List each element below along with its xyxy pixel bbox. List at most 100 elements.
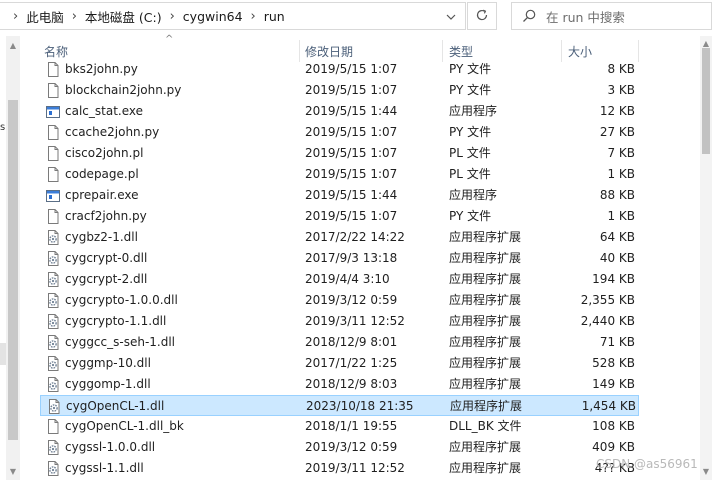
scroll-down-arrow-icon[interactable]: ▼: [7, 466, 19, 478]
file-name: blockchain2john.py: [65, 83, 182, 97]
file-row[interactable]: cygbz2-1.dll 2017/2/22 14:22 应用程序扩展 64 KB: [40, 227, 639, 248]
file-row[interactable]: cracf2john.py 2019/5/15 1:07 PY 文件 1 KB: [40, 206, 639, 227]
file-modified-date: 2019/5/15 1:07: [305, 146, 398, 160]
file-name: bks2john.py: [65, 62, 138, 76]
file-size: 88 KB: [599, 188, 635, 202]
refresh-icon: [475, 8, 489, 25]
file-name: ccache2john.py: [65, 125, 160, 139]
document-icon: [46, 83, 60, 98]
file-modified-date: 2019/5/15 1:07: [305, 83, 398, 97]
file-row[interactable]: codepage.pl 2019/5/15 1:07 PL 文件 1 KB: [40, 164, 639, 185]
breadcrumb-local-disk[interactable]: 本地磁盘 (C:): [84, 7, 163, 26]
file-type: 应用程序: [449, 104, 498, 118]
file-name: cracf2john.py: [65, 209, 147, 223]
scroll-up-arrow-icon[interactable]: ▲: [7, 40, 19, 52]
scroll-up-arrow-icon[interactable]: ▲: [700, 38, 712, 50]
file-size: 528 KB: [592, 356, 635, 370]
chevron-down-icon: [446, 9, 456, 23]
file-name: cygcrypt-0.dll: [65, 251, 148, 265]
breadcrumb-this-pc[interactable]: 此电脑: [25, 7, 65, 26]
file-row[interactable]: cygcrypto-1.1.dll 2019/3/11 12:52 应用程序扩展 2,…: [40, 311, 639, 332]
file-row[interactable]: cygcrypt-2.dll 2019/4/4 3:10 应用程序扩展 194 KB: [40, 269, 639, 290]
file-name: cyggomp-1.dll: [65, 377, 151, 391]
file-row[interactable]: blockchain2john.py 2019/5/15 1:07 PY 文件 3 K…: [40, 80, 639, 101]
file-modified-date: 2017/1/22 1:25: [305, 356, 398, 370]
vertical-scrollbar-thumb[interactable]: [702, 48, 710, 154]
refresh-button[interactable]: [467, 2, 497, 30]
breadcrumb-separator[interactable]: ›: [65, 9, 84, 24]
file-name: cygcrypto-1.1.dll: [65, 314, 167, 328]
search-box[interactable]: 在 run 中搜索: [511, 2, 712, 30]
breadcrumb: › 此电脑 › 本地磁盘 (C:) › cygwin64 › run: [0, 3, 286, 29]
breadcrumb-separator[interactable]: ›: [163, 9, 182, 24]
file-type: 应用程序: [449, 188, 498, 202]
file-type: PY 文件: [449, 209, 492, 223]
file-modified-date: 2019/5/15 1:44: [305, 188, 398, 202]
file-modified-date: 2018/12/9 8:03: [305, 377, 398, 391]
file-row[interactable]: cprepair.exe 2019/5/15 1:44 应用程序 88 KB: [40, 185, 639, 206]
file-size: 1,454 KB: [581, 399, 636, 413]
breadcrumb-separator[interactable]: ›: [244, 9, 263, 24]
file-type: 应用程序扩展: [449, 230, 522, 244]
address-toolbar: › 此电脑 › 本地磁盘 (C:) › cygwin64 › run 在 run…: [0, 0, 712, 34]
address-bar[interactable]: › 此电脑 › 本地磁盘 (C:) › cygwin64 › run: [0, 2, 466, 30]
file-row[interactable]: cyggcc_s-seh-1.dll 2018/12/9 8:01 应用程序扩展 71…: [40, 332, 639, 353]
file-size: 7 KB: [607, 146, 635, 160]
file-size: 149 KB: [592, 377, 635, 391]
file-row[interactable]: cyggmp-10.dll 2017/1/22 1:25 应用程序扩展 528 KB: [40, 353, 639, 374]
file-name: cygOpenCL-1.dll: [66, 399, 165, 413]
search-placeholder[interactable]: 在 run 中搜索: [546, 7, 625, 26]
navigation-item-clipped[interactable]: s: [0, 122, 6, 133]
dll-gear-icon: [46, 251, 60, 266]
file-name: codepage.pl: [65, 167, 139, 181]
file-type: PL 文件: [449, 167, 491, 181]
file-size: 3 KB: [607, 83, 635, 97]
navigation-scrollbar-thumb[interactable]: [8, 100, 18, 440]
document-icon: [46, 146, 60, 161]
application-icon: [46, 188, 60, 203]
file-row[interactable]: cygcrypt-0.dll 2017/9/3 13:18 应用程序扩展 40 KB: [40, 248, 639, 269]
dll-gear-icon: [47, 399, 61, 414]
file-row[interactable]: calc_stat.exe 2019/5/15 1:44 应用程序 12 KB: [40, 101, 639, 122]
file-size: 71 KB: [599, 335, 635, 349]
file-type: PY 文件: [449, 125, 492, 139]
dll-gear-icon: [46, 356, 60, 371]
file-row[interactable]: ccache2john.py 2019/5/15 1:07 PY 文件 27 KB: [40, 122, 639, 143]
file-size: 2,440 KB: [580, 314, 635, 328]
file-modified-date: 2019/3/12 0:59: [305, 440, 398, 454]
file-size: 27 KB: [599, 125, 635, 139]
file-name: cprepair.exe: [65, 188, 139, 202]
file-size: 2,355 KB: [580, 293, 635, 307]
file-modified-date: 2019/3/12 0:59: [305, 293, 398, 307]
file-row-selected[interactable]: cygOpenCL-1.dll 2023/10/18 21:35 应用程序扩展 1,4…: [40, 395, 639, 416]
application-icon: [46, 104, 60, 119]
navigation-item-highlight[interactable]: [0, 343, 6, 365]
file-type: 应用程序扩展: [449, 335, 522, 349]
file-size: 108 KB: [592, 419, 635, 433]
file-type: 应用程序扩展: [449, 356, 522, 370]
file-row[interactable]: cisco2john.pl 2019/5/15 1:07 PL 文件 7 KB: [40, 143, 639, 164]
file-modified-date: 2019/5/15 1:07: [305, 209, 398, 223]
file-row[interactable]: cygOpenCL-1.dll_bk 2018/1/1 19:55 DLL_BK 文…: [40, 416, 639, 437]
dll-gear-icon: [46, 314, 60, 329]
scroll-down-arrow-icon[interactable]: ▼: [700, 466, 712, 478]
file-row[interactable]: cygssl-1.0.0.dll 2019/3/12 0:59 应用程序扩展 409 …: [40, 437, 639, 458]
dll-gear-icon: [46, 377, 60, 392]
file-size: 1 KB: [607, 167, 635, 181]
address-history-button[interactable]: [437, 3, 465, 29]
file-size: 64 KB: [599, 230, 635, 244]
file-modified-date: 2019/5/15 1:07: [305, 167, 398, 181]
file-name: cisco2john.pl: [65, 146, 144, 160]
breadcrumb-run[interactable]: run: [263, 9, 286, 24]
file-size: 40 KB: [599, 251, 635, 265]
file-row[interactable]: cyggomp-1.dll 2018/12/9 8:03 应用程序扩展 149 KB: [40, 374, 639, 395]
file-row[interactable]: cygcrypto-1.0.0.dll 2019/3/12 0:59 应用程序扩展 2…: [40, 290, 639, 311]
file-row[interactable]: cygssl-1.1.dll 2019/3/11 12:52 应用程序扩展 4?? K…: [40, 458, 639, 479]
file-row[interactable]: bks2john.py 2019/5/15 1:07 PY 文件 8 KB: [40, 59, 639, 80]
breadcrumb-cygwin64[interactable]: cygwin64: [182, 9, 244, 24]
file-type: DLL_BK 文件: [449, 419, 522, 433]
file-type: 应用程序扩展: [449, 314, 522, 328]
file-size: 194 KB: [592, 272, 635, 286]
file-type: PY 文件: [449, 83, 492, 97]
file-name: cyggcc_s-seh-1.dll: [65, 335, 176, 349]
